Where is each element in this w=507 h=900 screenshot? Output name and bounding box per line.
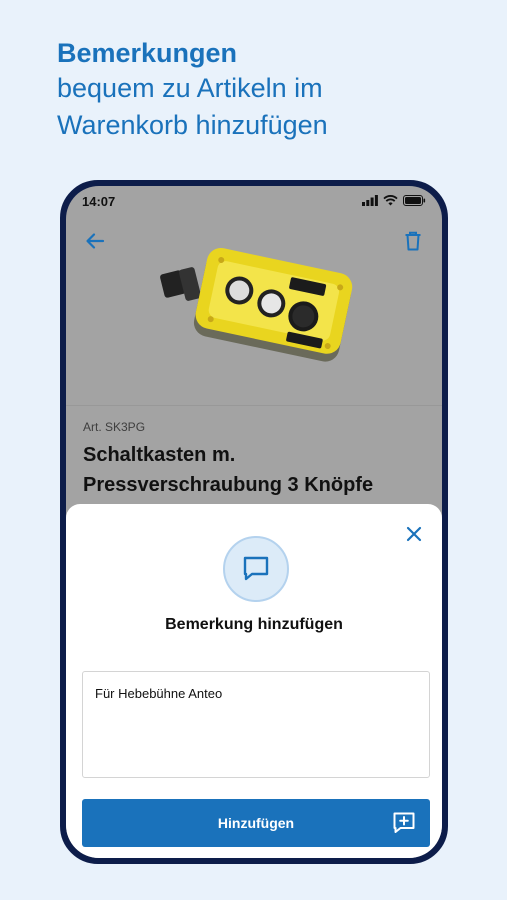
sheet-title: Bemerkung hinzufügen	[165, 616, 343, 633]
section-divider	[66, 405, 442, 406]
close-button[interactable]	[402, 522, 426, 546]
status-bar: 14:07	[66, 186, 442, 222]
add-button[interactable]: Hinzufügen	[82, 799, 430, 847]
signal-icon	[362, 195, 378, 206]
headline-line-2: bequem zu Artikeln im	[57, 73, 323, 103]
comment-badge	[223, 536, 289, 602]
arrow-left-icon	[86, 233, 105, 249]
headline-line-3: Warenkorb hinzufügen	[57, 110, 328, 140]
status-icons	[362, 195, 426, 206]
product-title: Schaltkasten m. Pressverschraubung 3 Knö…	[83, 444, 374, 496]
delete-button[interactable]	[398, 226, 428, 256]
product-image	[160, 247, 353, 362]
headline: Bemerkungen bequem zu Artikeln im Warenk…	[57, 36, 487, 144]
add-remark-sheet: Bemerkung hinzufügen Für Hebebühne Anteo…	[66, 504, 442, 858]
close-icon	[406, 526, 422, 542]
remark-textarea[interactable]: Für Hebebühne Anteo	[82, 671, 430, 778]
phone-frame: 14:07 Art. SK3PG Schaltkasten m. Pressve…	[60, 180, 448, 864]
battery-icon	[403, 195, 426, 206]
add-button-label: Hinzufügen	[217, 815, 295, 831]
add-comment-icon	[393, 812, 415, 833]
remark-value: Für Hebebühne Anteo	[95, 686, 223, 701]
trash-icon	[405, 231, 421, 251]
back-button[interactable]	[80, 226, 110, 256]
comment-icon	[243, 556, 269, 581]
headline-title: Bemerkungen	[57, 38, 238, 68]
status-time: 14:07	[82, 194, 116, 209]
phone-screen: 14:07 Art. SK3PG Schaltkasten m. Pressve…	[66, 186, 442, 858]
article-number: Art. SK3PG	[83, 420, 146, 434]
wifi-icon	[383, 195, 398, 206]
